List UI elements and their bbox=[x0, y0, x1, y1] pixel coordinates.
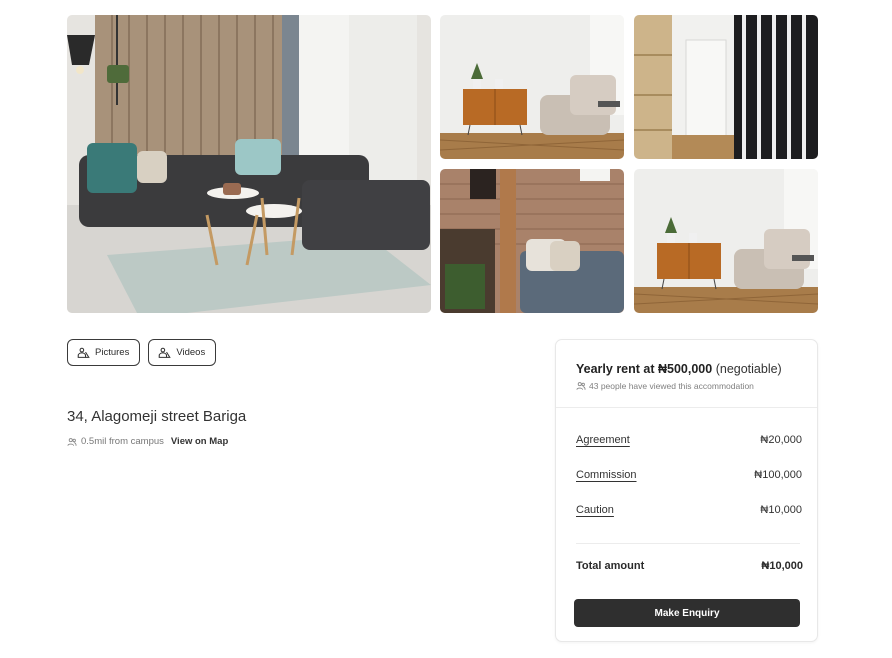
fee-label[interactable]: Commission bbox=[576, 469, 637, 481]
total-label: Total amount bbox=[576, 560, 645, 572]
rent-prefix: Yearly rent at bbox=[576, 362, 655, 376]
fee-value: ₦100,000 bbox=[754, 469, 802, 481]
yearly-rent: Yearly rent at ₦500,000 (negotiable) bbox=[576, 362, 797, 376]
fee-row-agreement: Agreement ₦20,000 bbox=[576, 434, 802, 446]
pictures-button[interactable]: Pictures bbox=[67, 339, 141, 366]
brick-wall-photo[interactable] bbox=[440, 169, 624, 313]
rent-note: (negotiable) bbox=[715, 362, 782, 376]
users-icon bbox=[576, 382, 586, 390]
distance-text: 0.5mil from campus bbox=[81, 436, 164, 447]
videos-button[interactable]: Videos bbox=[148, 339, 217, 366]
fee-row-commission: Commission ₦100,000 bbox=[576, 469, 802, 481]
main-photo[interactable] bbox=[67, 15, 431, 313]
media-tabs: Pictures Videos bbox=[67, 339, 217, 366]
views-text: 43 people have viewed this accommodation bbox=[589, 381, 754, 391]
videos-label: Videos bbox=[176, 347, 206, 358]
fee-row-caution: Caution ₦10,000 bbox=[576, 504, 802, 516]
pricing-card: Yearly rent at ₦500,000 (negotiable) 43 … bbox=[555, 339, 818, 642]
photo-gallery bbox=[67, 15, 818, 313]
views-count: 43 people have viewed this accommodation bbox=[576, 381, 797, 391]
total-value: ₦10,000 bbox=[761, 560, 803, 572]
pictures-label: Pictures bbox=[95, 347, 130, 358]
view-on-map-link[interactable]: View on Map bbox=[171, 436, 228, 447]
total-row: Total amount ₦10,000 bbox=[576, 560, 803, 572]
cabinet-photo-2[interactable] bbox=[634, 169, 818, 313]
hallway-photo[interactable] bbox=[634, 15, 818, 159]
cabinet-photo[interactable] bbox=[440, 15, 624, 159]
fee-value: ₦10,000 bbox=[760, 504, 802, 516]
image-icon bbox=[77, 347, 90, 358]
divider bbox=[576, 543, 800, 544]
make-enquiry-button[interactable]: Make Enquiry bbox=[574, 599, 800, 627]
fee-label[interactable]: Caution bbox=[576, 504, 614, 516]
image-icon bbox=[159, 347, 172, 358]
pricing-header: Yearly rent at ₦500,000 (negotiable) 43 … bbox=[556, 340, 817, 408]
listing-address: 34, Alagomeji street Bariga bbox=[67, 408, 247, 425]
fee-value: ₦20,000 bbox=[760, 434, 802, 446]
users-icon bbox=[67, 437, 77, 446]
rent-amount: ₦500,000 bbox=[658, 362, 713, 376]
fee-label[interactable]: Agreement bbox=[576, 434, 630, 446]
listing-meta: 0.5mil from campus View on Map bbox=[67, 436, 228, 447]
